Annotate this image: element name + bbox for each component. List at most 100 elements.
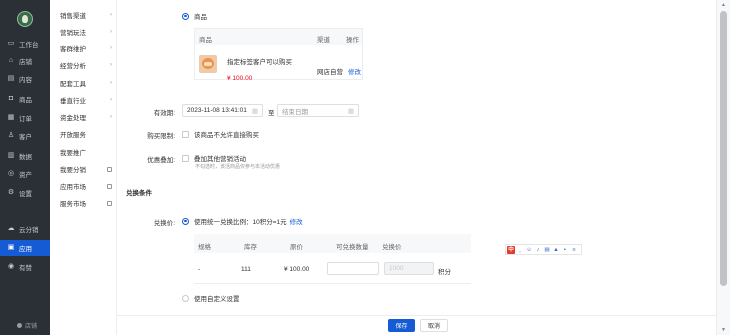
ime-menu-icon[interactable]: ≡: [570, 246, 578, 254]
external-link-icon: [107, 166, 112, 172]
chevron-right-icon: ›: [110, 62, 112, 68]
subnav-item-tools[interactable]: 配套工具 ›: [60, 77, 112, 89]
overlay-option[interactable]: 叠加其他营销活动: [182, 153, 246, 163]
chevron-right-icon: ›: [110, 114, 112, 120]
subnav-item-vertical[interactable]: 垂直行业 ›: [60, 94, 112, 106]
sidebar-item-label: 商品: [19, 97, 32, 104]
points-unit: 积分: [438, 269, 451, 276]
ime-voice-icon[interactable]: ♪: [534, 246, 542, 254]
sidebar-item-label: 客户: [19, 134, 32, 141]
spec-cell: -: [198, 266, 201, 273]
purchase-limit-label: 购买限制:: [147, 133, 175, 140]
main-sidebar: ▭ 工作台 ⌂ 店铺 ▤ 内容 ◘ 商品 ▦ 订单 ♙ 客户 ▥ 数据 ◎ 资产 ⚙ 设置 ☁ 云分…: [0, 0, 50, 335]
bag-icon: ◘: [8, 95, 14, 102]
subnav-item-distribution[interactable]: 我要分销: [60, 163, 112, 175]
sidebar-item-orders[interactable]: ▦ 订单: [0, 110, 50, 126]
sidebar-item-label: 店铺: [19, 59, 32, 66]
ime-tools-icon[interactable]: ▪: [561, 246, 569, 254]
gear-icon: ⚙: [7, 189, 15, 196]
goods-thumbnail: [199, 55, 217, 73]
sidebar-item-cloud-distribution[interactable]: ☁ 云分销: [0, 221, 50, 237]
overlay-label: 优惠叠加:: [147, 157, 175, 164]
shop-icon: ⌂: [8, 57, 14, 64]
chart-icon: ▥: [7, 152, 15, 159]
sidebar-item-apps[interactable]: ▣ 应用: [0, 240, 50, 256]
sidebar-item-assets[interactable]: ◎ 资产: [0, 166, 50, 182]
ime-skin-icon[interactable]: ▲: [552, 246, 560, 254]
order-icon: ▦: [7, 114, 15, 121]
ratio-edit-link[interactable]: 修改: [290, 216, 303, 226]
custom-setting-option[interactable]: 使用自定义设置: [182, 293, 240, 303]
subnav-item-app-market[interactable]: 应用市场: [60, 180, 112, 192]
custom-setting-radio[interactable]: [182, 294, 189, 302]
page-scrollbar[interactable]: ▲ ▼: [716, 0, 730, 335]
subnav-item-open-service[interactable]: 开放服务: [60, 128, 112, 140]
date-separator: 至: [268, 110, 275, 117]
calendar-icon: ▦: [347, 107, 354, 115]
sidebar-item-label: 资产: [19, 172, 32, 179]
subnav-item-promote[interactable]: 我要推广: [60, 146, 112, 158]
subnav-item-marketing[interactable]: 营销玩法 ›: [60, 26, 112, 38]
exchange-price-label: 兑换价:: [153, 220, 175, 227]
save-button[interactable]: 保存: [388, 319, 415, 332]
sidebar-item-workbench[interactable]: ▭ 工作台: [0, 36, 50, 52]
external-link-icon: [107, 183, 112, 189]
action-footer: 保存 取消: [117, 315, 716, 335]
ime-punctuation-icon[interactable]: ¸: [516, 246, 524, 254]
wallet-icon: ◎: [7, 170, 15, 177]
subnav-item-service-market[interactable]: 服务市场: [60, 197, 112, 209]
sidebar-item-label: 应用: [19, 246, 32, 253]
subnav-item-business-analysis[interactable]: 经营分析 ›: [60, 59, 112, 71]
sidebar-item-label: 工作台: [19, 42, 39, 49]
external-link-icon: [107, 200, 112, 206]
sidebar-item-customers[interactable]: ♙ 客户: [0, 128, 50, 144]
sidebar-item-goods[interactable]: ◘ 商品: [0, 91, 50, 107]
desktop-icon: ▭: [7, 40, 15, 47]
chat-icon: ◉: [7, 263, 15, 270]
scroll-down-icon[interactable]: ▼: [721, 327, 726, 333]
store-logo[interactable]: [17, 11, 33, 27]
original-price-cell: ¥ 100.00: [284, 266, 310, 273]
overlay-checkbox[interactable]: [182, 154, 189, 162]
calendar-icon: ▦: [251, 107, 258, 115]
ime-emoji-icon[interactable]: ☺: [525, 246, 533, 254]
unified-ratio-radio[interactable]: [182, 217, 189, 225]
sidebar-item-youzan[interactable]: ◉ 有赞: [0, 259, 50, 275]
sidebar-item-label: 订单: [19, 116, 32, 123]
sub-sidebar: 销售渠道 › 营销玩法 › 客群维护 › 经营分析 › 配套工具 › 垂直行业 › 资金处理…: [50, 0, 117, 335]
goods-table-header: 商品 渠道 操作: [195, 29, 362, 45]
goods-edit-link[interactable]: 修改: [348, 66, 361, 76]
end-date-field[interactable]: 结束日期 ▦: [277, 104, 359, 117]
subnav-item-sales-channel[interactable]: 销售渠道 ›: [60, 9, 112, 21]
ime-keyboard-icon[interactable]: ▤: [543, 246, 551, 254]
exchange-quantity-input[interactable]: [327, 262, 379, 275]
sidebar-item-label: 有赞: [19, 265, 32, 272]
goods-table: 商品 渠道 操作 指定标签客户可以购买 ¥ 100.00 网店自营 修改: [194, 28, 363, 82]
sidebar-item-content[interactable]: ▤ 内容: [0, 71, 50, 87]
chevron-right-icon: ›: [110, 45, 112, 51]
sidebar-item-data[interactable]: ▥ 数据: [0, 148, 50, 164]
subnav-item-funds[interactable]: 资金处理 ›: [60, 111, 112, 123]
goods-radio-option[interactable]: 商品: [182, 11, 207, 21]
purchase-limit-checkbox[interactable]: [182, 130, 189, 138]
scroll-thumb[interactable]: [720, 11, 727, 286]
subnav-item-customer-care[interactable]: 客群维护 ›: [60, 42, 112, 54]
sidebar-item-settings[interactable]: ⚙ 设置: [0, 185, 50, 201]
unified-ratio-option[interactable]: 使用统一兑换比例：10积分=1元 修改: [182, 216, 303, 226]
main-content: 商品 商品 渠道 操作 指定标签客户可以购买 ¥ 100.00 网店自营 修改 …: [117, 0, 716, 315]
scroll-up-icon[interactable]: ▲: [721, 2, 726, 8]
ime-toolbar[interactable]: 中 ¸ ☺ ♪ ▤ ▲ ▪ ≡: [505, 244, 582, 255]
points-price-input[interactable]: 1000: [384, 262, 434, 275]
section-title-exchange: 兑换条件: [126, 190, 152, 197]
store-switcher[interactable]: 店铺: [17, 321, 37, 330]
overlay-hint: 不勾选时，该活商品仅参与本活动优惠: [195, 164, 281, 170]
sidebar-item-shop[interactable]: ⌂ 店铺: [0, 53, 50, 69]
purchase-limit-option[interactable]: 该商品不允许直接购买: [182, 129, 259, 139]
ime-chinese-icon[interactable]: 中: [507, 245, 515, 254]
goods-name[interactable]: 指定标签客户可以购买: [227, 56, 292, 66]
cancel-button[interactable]: 取消: [420, 319, 448, 332]
exchange-table-header: 规格 库存 原价 可兑换数量 兑换价: [194, 234, 471, 253]
start-date-field[interactable]: 2023-11-08 13:41:01 ▦: [182, 104, 263, 117]
sidebar-item-label: 数据: [19, 154, 32, 161]
goods-radio[interactable]: [182, 12, 189, 20]
